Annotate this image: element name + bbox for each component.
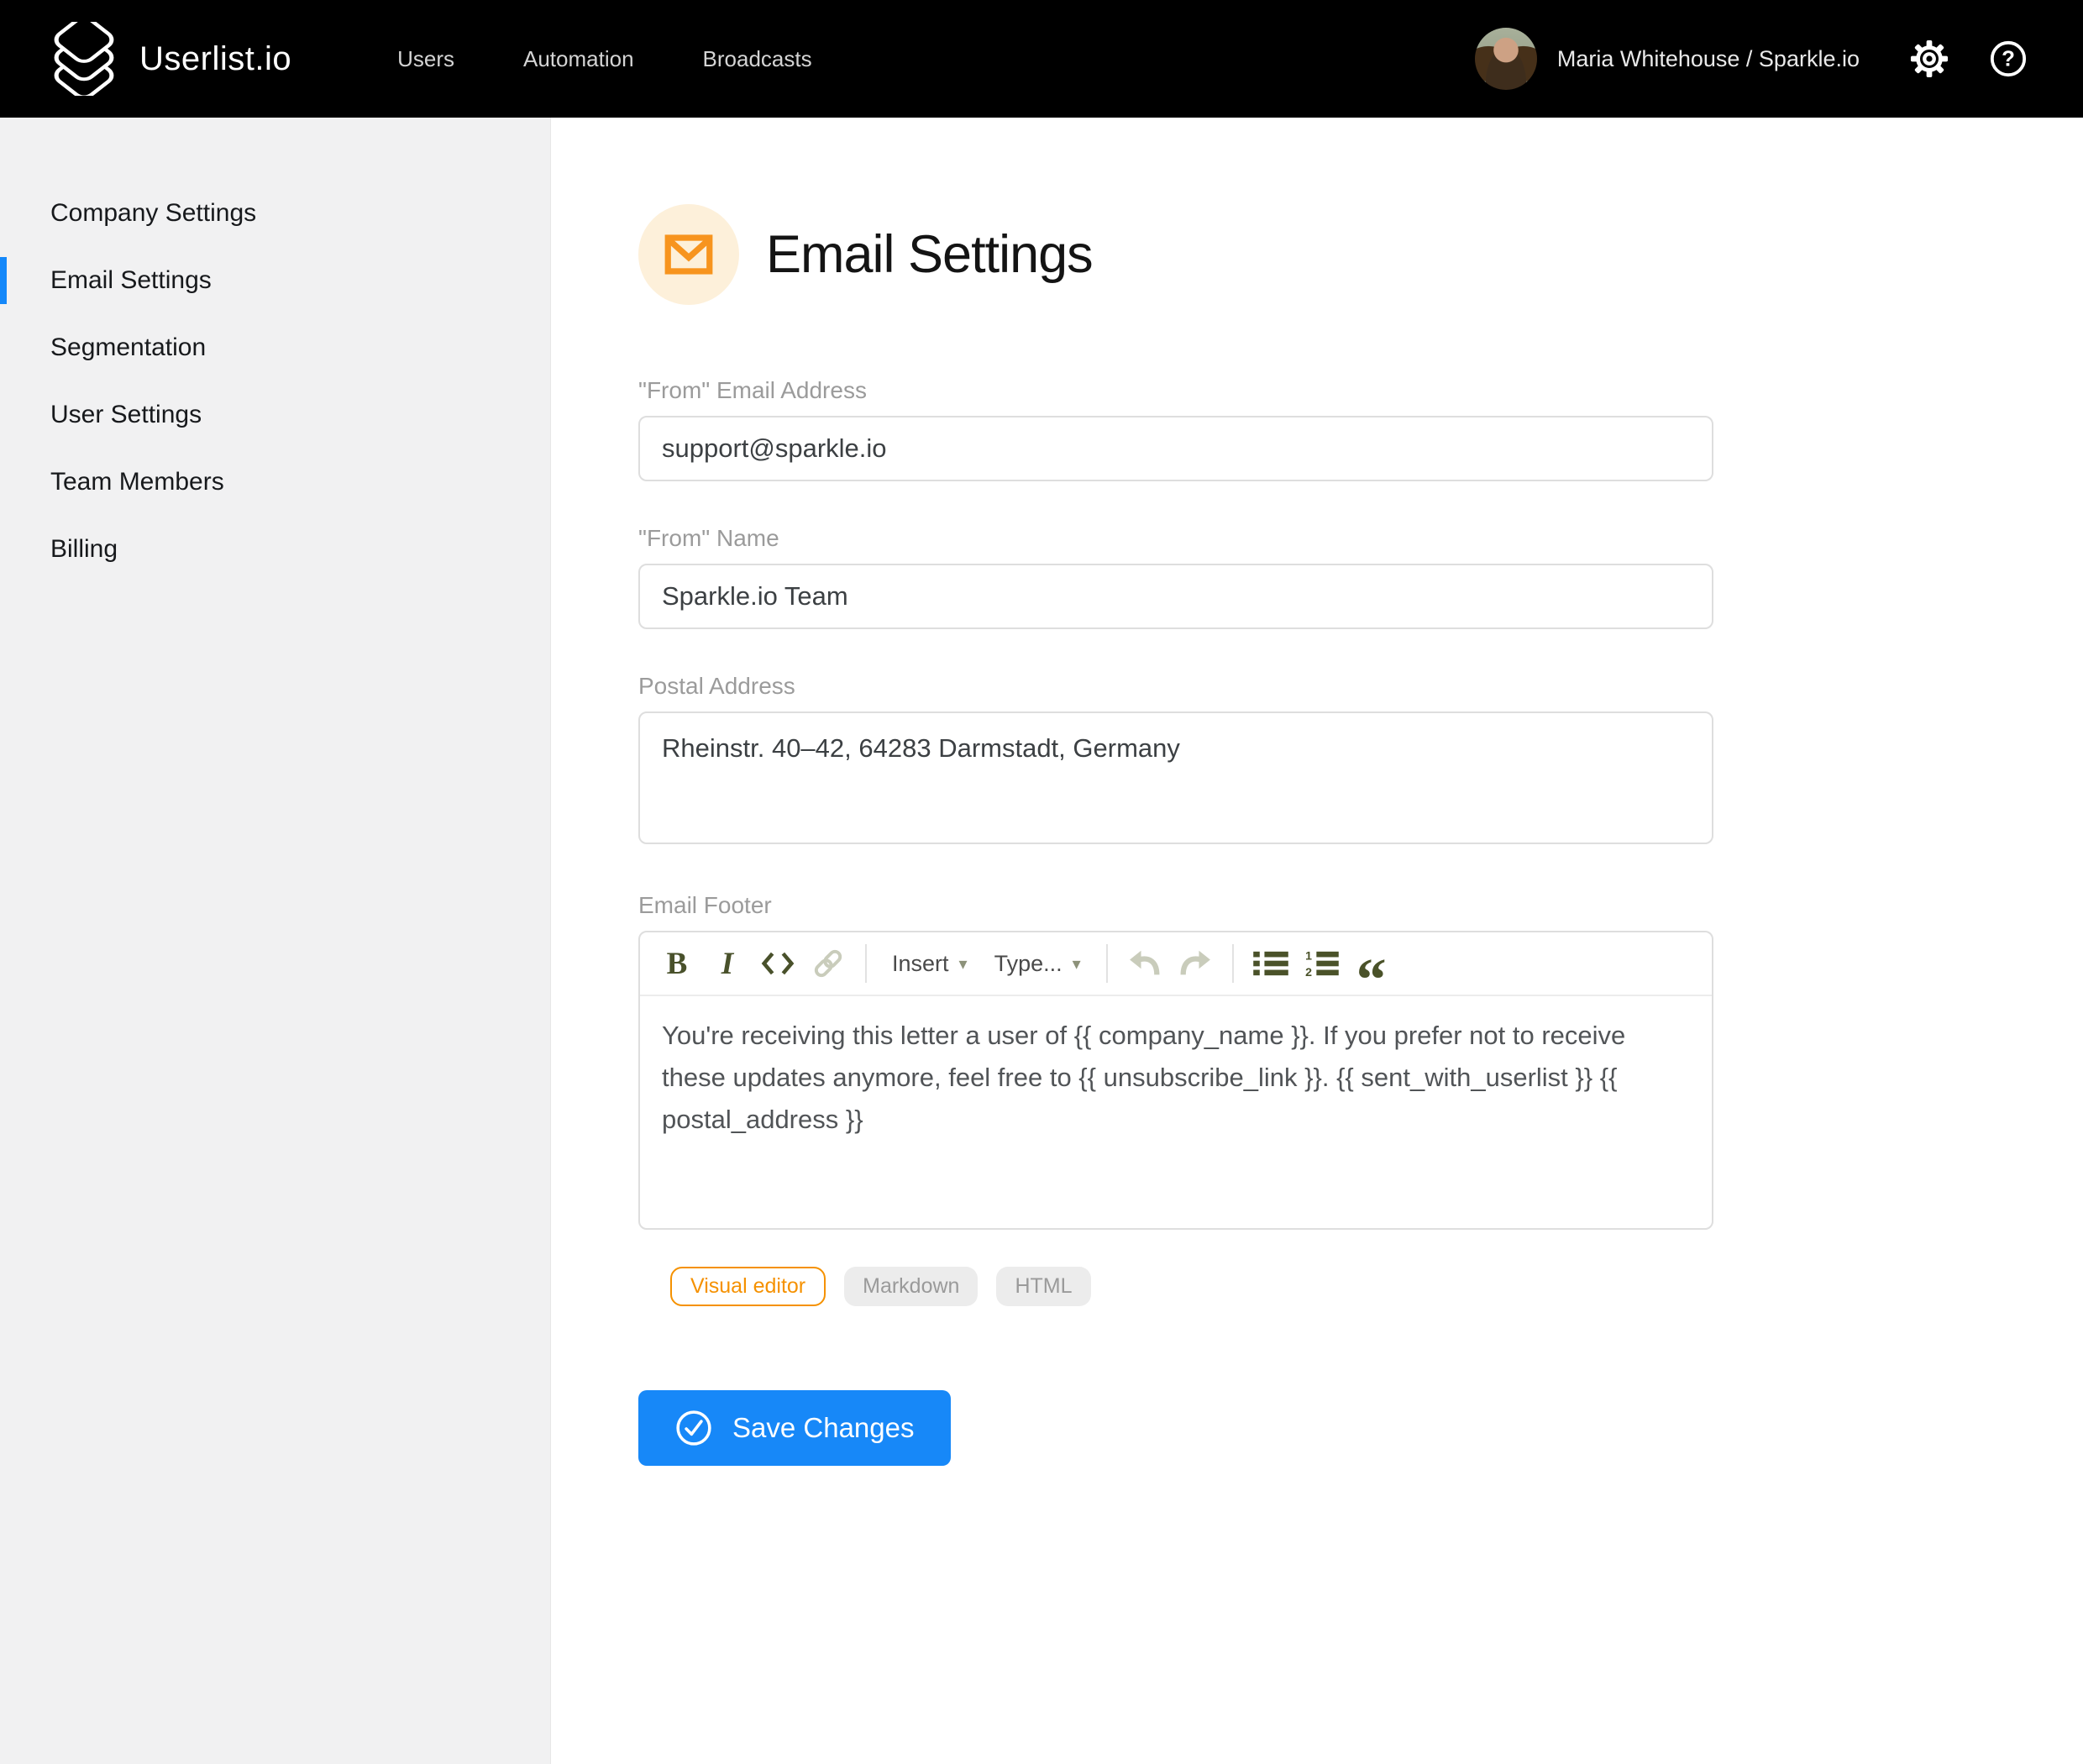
avatar[interactable] [1475, 28, 1537, 90]
page-heading: Email Settings [638, 204, 1713, 305]
layers-logo-icon [50, 22, 118, 96]
gear-icon [1910, 39, 1949, 78]
unordered-list-icon [1253, 949, 1288, 978]
toolbar-separator [1232, 944, 1234, 983]
code-button[interactable] [758, 940, 798, 987]
editor-mode-tabs: Visual editor Markdown HTML [670, 1267, 1713, 1306]
nav-item-users[interactable]: Users [397, 46, 454, 72]
settings-sidebar: Company Settings Email Settings Segmenta… [0, 118, 551, 1764]
sidebar-item-user-settings[interactable]: User Settings [0, 381, 550, 449]
type-dropdown-label: Type... [994, 951, 1062, 977]
insert-dropdown-label: Insert [892, 951, 949, 977]
from-name-field[interactable] [638, 564, 1713, 629]
nav-item-broadcasts[interactable]: Broadcasts [703, 46, 812, 72]
from-email-field[interactable] [638, 416, 1713, 481]
sidebar-item-company-settings[interactable]: Company Settings [0, 180, 550, 247]
link-button[interactable] [808, 940, 848, 987]
settings-gear-button[interactable] [1910, 39, 1949, 78]
tab-visual-editor[interactable]: Visual editor [670, 1267, 826, 1306]
redo-icon [1178, 949, 1212, 978]
sidebar-item-billing[interactable]: Billing [0, 516, 550, 583]
svg-text:1: 1 [1305, 949, 1312, 963]
from-name-label: "From" Name [638, 525, 1713, 552]
postal-address-group: Postal Address Rheinstr. 40–42, 64283 Da… [638, 673, 1713, 848]
email-footer-group: Email Footer B I [638, 892, 1713, 1230]
sidebar-item-team-members[interactable]: Team Members [0, 449, 550, 516]
ordered-list-icon: 1 2 [1304, 949, 1339, 978]
editor-toolbar: B I [640, 932, 1712, 996]
tab-markdown[interactable]: Markdown [844, 1267, 978, 1306]
top-navbar: Userlist.io Users Automation Broadcasts … [0, 0, 2083, 118]
svg-text:?: ? [2002, 48, 2015, 71]
svg-text:2: 2 [1305, 966, 1312, 978]
chevron-down-icon: ▾ [1073, 953, 1081, 974]
postal-address-label: Postal Address [638, 673, 1713, 700]
envelope-icon [664, 234, 713, 276]
chevron-down-icon: ▾ [959, 953, 968, 974]
italic-button[interactable]: I [707, 940, 748, 987]
link-icon [811, 946, 846, 981]
page-title: Email Settings [766, 224, 1093, 285]
email-footer-label: Email Footer [638, 892, 1713, 919]
bold-button[interactable]: B [657, 940, 697, 987]
brand[interactable]: Userlist.io [50, 22, 291, 96]
email-footer-editor: B I [638, 931, 1713, 1230]
email-footer-content[interactable]: You're receiving this letter a user of {… [640, 996, 1712, 1228]
from-email-group: "From" Email Address [638, 377, 1713, 481]
nav-right: Maria Whitehouse / Sparkle.io [1475, 28, 2028, 90]
code-icon [761, 950, 795, 977]
unordered-list-button[interactable] [1251, 940, 1291, 987]
undo-button[interactable] [1125, 940, 1165, 987]
main-content: Email Settings "From" Email Address "Fro… [551, 118, 2083, 1764]
from-name-group: "From" Name [638, 525, 1713, 629]
sidebar-item-email-settings[interactable]: Email Settings [0, 247, 550, 314]
from-email-label: "From" Email Address [638, 377, 1713, 404]
postal-address-field[interactable]: Rheinstr. 40–42, 64283 Darmstadt, German… [638, 711, 1713, 844]
sidebar-item-segmentation[interactable]: Segmentation [0, 314, 550, 381]
undo-icon [1128, 949, 1162, 978]
help-button[interactable]: ? [1989, 39, 2028, 78]
brand-name: Userlist.io [139, 40, 291, 78]
title-icon-badge [638, 204, 739, 305]
help-icon: ? [1989, 39, 2028, 78]
save-changes-label: Save Changes [732, 1412, 914, 1444]
nav-item-automation[interactable]: Automation [523, 46, 634, 72]
type-dropdown[interactable]: Type... ▾ [986, 940, 1089, 987]
save-changes-button[interactable]: Save Changes [638, 1390, 951, 1466]
tab-html[interactable]: HTML [996, 1267, 1090, 1306]
user-account-label[interactable]: Maria Whitehouse / Sparkle.io [1557, 46, 1860, 72]
toolbar-separator [1106, 944, 1108, 983]
top-nav: Users Automation Broadcasts [397, 46, 812, 72]
toolbar-separator [865, 944, 867, 983]
blockquote-button[interactable]: “ [1351, 940, 1392, 987]
ordered-list-button[interactable]: 1 2 [1301, 940, 1341, 987]
check-circle-icon [675, 1410, 712, 1446]
redo-button[interactable] [1175, 940, 1215, 987]
insert-dropdown[interactable]: Insert ▾ [884, 940, 976, 987]
